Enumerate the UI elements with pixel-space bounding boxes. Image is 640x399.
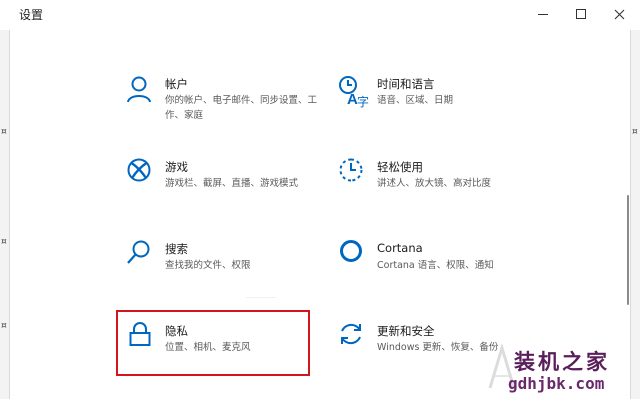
title-bar: 设置 xyxy=(0,0,640,30)
search-icon xyxy=(127,240,150,264)
xbox-icon xyxy=(127,158,151,182)
tile-name: 更新和安全 xyxy=(377,324,435,338)
maximize-icon xyxy=(576,9,586,19)
background-window-right: ¤ xyxy=(630,0,640,399)
tile-name: 游戏 xyxy=(165,160,188,174)
edge-glyph: ¤ xyxy=(1,127,7,137)
divider xyxy=(246,297,276,298)
close-button[interactable] xyxy=(600,0,638,28)
tile-accounts[interactable]: 帐户 你的帐户、电子邮件、同步设置、工作、家庭 xyxy=(126,75,346,129)
watermark-url: gdhjbk.com xyxy=(508,374,605,393)
tile-cortana[interactable]: Cortana Cortana 语言、权限、通知 xyxy=(338,240,558,294)
tile-name: 帐户 xyxy=(165,77,188,91)
background-window-left: ¤ ¤ ¤ xyxy=(0,0,10,399)
tile-description: 查找我的文件、权限 xyxy=(165,260,251,271)
tile-description: 讲述人、放大镜、高对比度 xyxy=(377,178,492,189)
tile-description: Cortana 语言、权限、通知 xyxy=(377,260,494,271)
highlight-box xyxy=(116,310,310,376)
tile-name: 轻松使用 xyxy=(377,160,423,174)
svg-text:字: 字 xyxy=(357,94,369,109)
update-icon xyxy=(341,323,361,345)
tile-description: 语音、区域、日期 xyxy=(377,95,454,106)
edge-glyph: ¤ xyxy=(1,237,7,247)
watermark-title: 装机之家 xyxy=(514,349,610,374)
window-title: 设置 xyxy=(19,8,44,22)
tile-name: 时间和语言 xyxy=(377,77,435,91)
tile-name: Cortana xyxy=(377,241,423,255)
ease-of-access-icon xyxy=(339,158,363,182)
tile-time-language[interactable]: A 字 时间和语言 语音、区域、日期 xyxy=(338,75,558,129)
edge-glyph: ¤ xyxy=(632,127,638,137)
close-icon xyxy=(614,9,624,19)
tile-description: 你的帐户、电子邮件、同步设置、工作、家庭 xyxy=(165,95,318,121)
minimize-icon xyxy=(538,13,548,15)
minimize-button[interactable] xyxy=(524,0,562,28)
tile-search[interactable]: 搜索 查找我的文件、权限 xyxy=(126,240,346,294)
settings-window: ¤ ¤ ¤ ¤ 设置 帐户 你的帐户、电子邮件、同步设置、工作、家庭 A 字 时… xyxy=(0,0,640,399)
maximize-button[interactable] xyxy=(562,0,600,28)
tile-description: 游戏栏、截屏、直播、游戏模式 xyxy=(165,178,299,189)
tile-gaming[interactable]: 游戏 游戏栏、截屏、直播、游戏模式 xyxy=(126,158,346,212)
tile-name: 搜索 xyxy=(165,242,188,256)
person-icon xyxy=(127,76,151,103)
cortana-icon xyxy=(340,240,362,262)
watermark: 装机之家 gdhjbk.com xyxy=(486,344,636,396)
scrollbar[interactable] xyxy=(627,195,629,305)
edge-glyph: ¤ xyxy=(1,321,7,331)
tile-ease-of-access[interactable]: 轻松使用 讲述人、放大镜、高对比度 xyxy=(338,158,558,212)
time-language-icon: A 字 xyxy=(339,76,369,109)
